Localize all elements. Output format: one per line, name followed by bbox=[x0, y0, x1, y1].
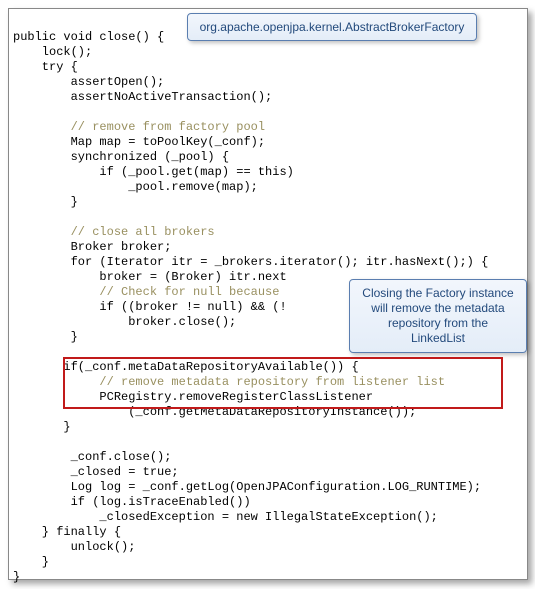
code-comment: // close all brokers bbox=[13, 225, 215, 239]
code-line: broker = (Broker) itr.next bbox=[13, 270, 287, 284]
code-line: synchronized (_pool) { bbox=[13, 150, 229, 164]
code-line: } bbox=[13, 555, 49, 569]
code-line: lock(); bbox=[13, 45, 92, 59]
code-panel: public void close() { lock(); try { asse… bbox=[8, 8, 528, 580]
code-line: } bbox=[13, 420, 71, 434]
code-line: Broker broker; bbox=[13, 240, 171, 254]
code-line: _pool.remove(map); bbox=[13, 180, 258, 194]
code-line: if (_pool.get(map) == this) bbox=[13, 165, 294, 179]
code-line: Map map = toPoolKey(_conf); bbox=[13, 135, 265, 149]
code-line: } finally { bbox=[13, 525, 121, 539]
code-comment: // remove from factory pool bbox=[13, 120, 265, 134]
callout-explanation: Closing the Factory instance will remove… bbox=[349, 279, 527, 353]
callout-text: Closing the Factory instance will remove… bbox=[362, 286, 513, 345]
code-line: try { bbox=[13, 60, 78, 74]
code-line: PCRegistry.removeRegisterClassListener bbox=[13, 390, 373, 404]
code-line: assertOpen(); bbox=[13, 75, 164, 89]
code-line: } bbox=[13, 570, 20, 584]
callout-text: org.apache.openjpa.kernel.AbstractBroker… bbox=[200, 20, 465, 34]
code-line: assertNoActiveTransaction(); bbox=[13, 90, 272, 104]
code-line: for (Iterator itr = _brokers.iterator();… bbox=[13, 255, 488, 269]
code-line: } bbox=[13, 330, 78, 344]
code-line: if ((broker != null) && (! bbox=[13, 300, 287, 314]
code-line: public void close() { bbox=[13, 30, 164, 44]
code-line: _closed = true; bbox=[13, 465, 179, 479]
code-comment: // Check for null because bbox=[99, 285, 279, 299]
code-line: broker.close(); bbox=[13, 315, 236, 329]
code-line: if (log.isTraceEnabled()) bbox=[13, 495, 251, 509]
callout-class-path: org.apache.openjpa.kernel.AbstractBroker… bbox=[187, 13, 477, 41]
code-line: if(_conf.metaDataRepositoryAvailable()) … bbox=[13, 360, 359, 374]
code-line: // Check for null because bbox=[13, 285, 279, 299]
code-line: } bbox=[13, 195, 78, 209]
code-line: _conf.close(); bbox=[13, 450, 171, 464]
code-comment: // remove metadata repository from liste… bbox=[13, 375, 445, 389]
code-line: Log log = _conf.getLog(OpenJPAConfigurat… bbox=[13, 480, 481, 494]
code-line: _closedException = new IllegalStateExcep… bbox=[13, 510, 438, 524]
code-line: (_conf.getMetaDataRepositoryInstance()); bbox=[13, 405, 416, 419]
code-line: unlock(); bbox=[13, 540, 135, 554]
